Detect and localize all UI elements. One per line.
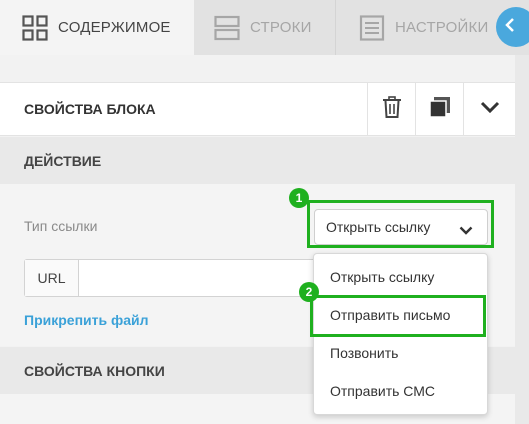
- link-type-label: Тип ссылки: [24, 218, 98, 234]
- collapse-block-button[interactable]: [463, 83, 515, 135]
- delete-block-button[interactable]: [367, 83, 415, 135]
- url-input[interactable]: [79, 260, 319, 296]
- panel-edge: [515, 55, 529, 424]
- dropdown-option-open-link[interactable]: Открыть ссылку: [314, 258, 487, 296]
- collapse-panel-button[interactable]: [496, 7, 529, 47]
- block-properties-header: СВОЙСТВА БЛОКА: [0, 82, 515, 136]
- step-badge-2: 2: [299, 282, 319, 302]
- url-prefix-label: URL: [25, 260, 79, 296]
- dropdown-option-send-sms[interactable]: Отправить СМС: [314, 372, 487, 410]
- grid-icon: [22, 14, 48, 41]
- step-badge-1: 1: [289, 188, 309, 208]
- button-properties-title: СВОЙСТВА КНОПКИ: [24, 362, 165, 379]
- url-input-group: URL: [24, 259, 324, 297]
- rows-icon: [214, 15, 240, 41]
- chevron-down-icon: [480, 100, 500, 118]
- tab-rows[interactable]: СТРОКИ: [194, 0, 336, 55]
- top-tab-bar: СОДЕРЖИМОЕ СТРОКИ НАСТРОЙКИ: [0, 0, 529, 55]
- tab-content-label: СОДЕРЖИМОЕ: [58, 19, 171, 36]
- tab-settings-label: НАСТРОЙКИ: [395, 19, 489, 36]
- duplicate-block-button[interactable]: [415, 83, 463, 135]
- chevron-left-icon: [504, 17, 516, 38]
- attach-file-link[interactable]: Прикрепить файл: [24, 312, 149, 328]
- trash-icon: [382, 95, 402, 123]
- action-section-title: ДЕЙСТВИЕ: [24, 152, 102, 169]
- highlight-box-2: [310, 295, 486, 337]
- tab-content[interactable]: СОДЕРЖИМОЕ: [0, 0, 194, 55]
- action-section-header[interactable]: ДЕЙСТВИЕ: [0, 137, 515, 184]
- tab-rows-label: СТРОКИ: [250, 19, 312, 36]
- duplicate-icon: [428, 96, 451, 123]
- settings-list-icon: [359, 14, 385, 41]
- highlight-box-1: [307, 200, 494, 248]
- block-properties-title: СВОЙСТВА БЛОКА: [24, 101, 156, 117]
- dropdown-option-call[interactable]: Позвонить: [314, 334, 487, 372]
